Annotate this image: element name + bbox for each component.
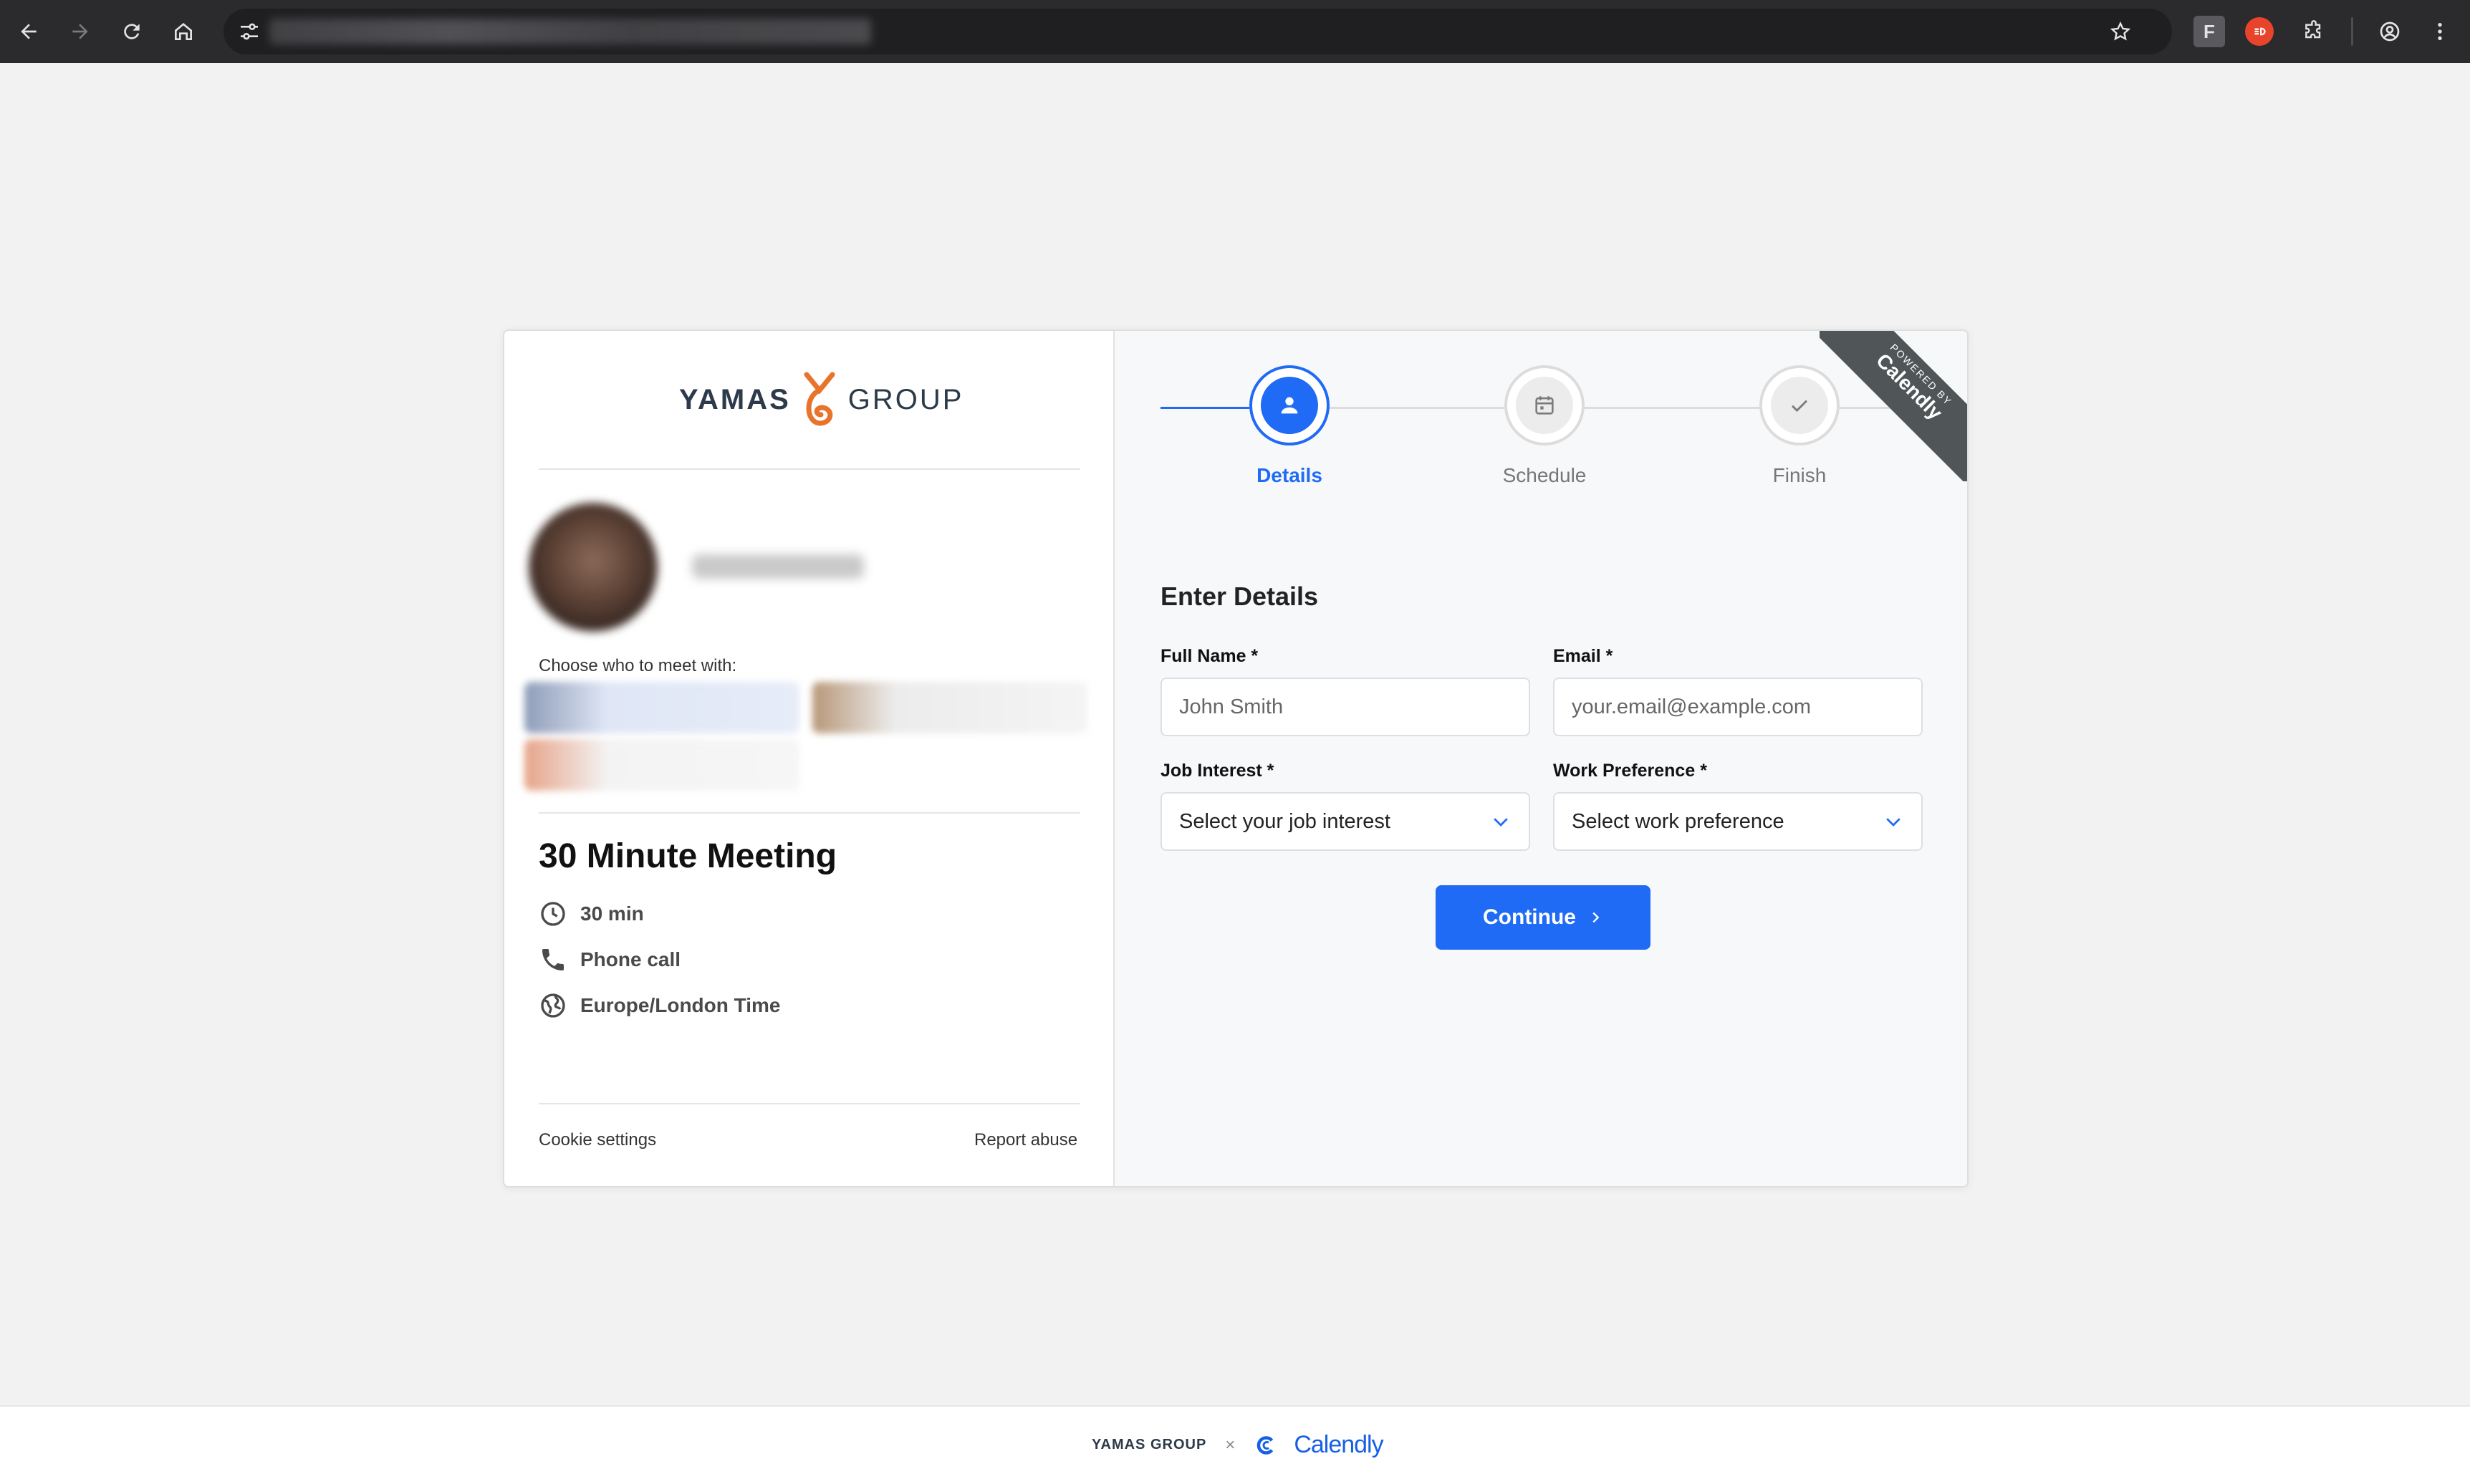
email-label: Email * — [1553, 646, 1613, 666]
duration-text: 30 min — [580, 902, 644, 925]
menu-button[interactable] — [2423, 14, 2457, 49]
yamas-figure-icon — [804, 372, 835, 426]
powered-by-calendly-ribbon[interactable]: POWERED BY Calendly — [1820, 331, 1967, 481]
full-name-label: Full Name * — [1160, 646, 1259, 666]
hosts-divider — [539, 812, 1080, 814]
forward-button[interactable] — [63, 14, 97, 49]
logo-text-group: GROUP — [847, 383, 964, 415]
details-form-panel: Details Schedule Finish Enter Details Fu… — [1115, 331, 1967, 1186]
reload-icon — [124, 24, 140, 39]
site-settings-icon[interactable] — [238, 20, 261, 43]
profile-button[interactable] — [2373, 14, 2407, 49]
person-icon — [1281, 397, 1298, 414]
job-interest-value: Select your job interest — [1179, 809, 1390, 833]
step-schedule-inner — [1516, 377, 1573, 434]
step-schedule-label: Schedule — [1502, 464, 1587, 486]
step-details[interactable] — [1249, 365, 1330, 445]
reload-button[interactable] — [115, 14, 149, 49]
arrow-right-icon — [72, 24, 88, 39]
url-text-blurred — [269, 19, 871, 44]
home-button[interactable] — [166, 14, 201, 49]
cookie-settings-link[interactable]: Cookie settings — [539, 1130, 656, 1150]
location-text: Phone call — [580, 948, 681, 970]
toolbar-separator — [2351, 17, 2353, 46]
step-details-label: Details — [1256, 464, 1322, 486]
email-input[interactable] — [1553, 678, 1923, 736]
report-abuse-link[interactable]: Report abuse — [974, 1130, 1077, 1150]
work-preference-label: Work Preference * — [1553, 761, 1707, 781]
meeting-timezone: Europe/London Time — [539, 991, 780, 1020]
logo-text-yamas: YAMAS — [679, 383, 791, 415]
bottom-logos: YAMAS GROUP × Calendly — [1092, 1431, 1384, 1459]
choose-host-label: Choose who to meet with: — [539, 656, 737, 675]
meeting-duration: 30 min — [539, 900, 644, 928]
booking-card: YAMAS GROUP Choose who to meet with: 30 … — [503, 329, 1969, 1187]
step-details-inner — [1261, 377, 1318, 434]
extension-f-button[interactable]: F — [2193, 16, 2225, 47]
bottom-brand-bar: YAMAS GROUP × Calendly — [0, 1405, 2470, 1484]
footer-divider — [539, 1103, 1080, 1104]
host-name-blurred — [692, 554, 864, 579]
host-option-3[interactable] — [524, 739, 799, 791]
job-interest-select[interactable]: Select your job interest — [1160, 792, 1530, 851]
calendar-icon — [1535, 396, 1554, 415]
full-name-input[interactable] — [1160, 678, 1530, 736]
home-icon — [175, 23, 192, 40]
meeting-title: 30 Minute Meeting — [539, 837, 837, 875]
more-vertical-icon — [2438, 23, 2442, 40]
stepper-line-2 — [1585, 407, 1759, 409]
ribbon-band: POWERED BY Calendly — [1820, 331, 1967, 481]
extension-red-button[interactable] — [2245, 17, 2274, 46]
continue-button[interactable]: Continue — [1436, 885, 1650, 950]
chevron-right-icon — [1592, 912, 1600, 923]
step-schedule[interactable] — [1504, 365, 1585, 445]
form-title: Enter Details — [1160, 582, 1319, 611]
work-preference-select[interactable]: Select work preference — [1553, 792, 1923, 851]
address-bar[interactable] — [224, 9, 2172, 54]
extension-logo-icon — [2254, 27, 2266, 36]
back-button[interactable] — [11, 14, 46, 49]
bottom-calendly-logo: Calendly — [1294, 1431, 1383, 1458]
stepper-line-start — [1160, 407, 1249, 409]
timezone-text: Europe/London Time — [580, 994, 781, 1016]
chevron-down-icon — [1886, 818, 1900, 827]
arrow-left-icon — [21, 24, 37, 39]
check-icon — [1792, 400, 1807, 413]
stepper-line-1 — [1330, 407, 1504, 409]
logo-divider — [539, 468, 1080, 470]
account-circle-icon — [2380, 21, 2400, 42]
host-option-1[interactable] — [524, 682, 799, 733]
globe-icon — [541, 993, 565, 1018]
extension-f-label: F — [2204, 20, 2215, 42]
extensions-button[interactable] — [2297, 14, 2331, 49]
work-preference-value: Select work preference — [1572, 809, 1784, 833]
host-option-2[interactable] — [812, 682, 1087, 733]
puzzle-icon — [2305, 20, 2321, 39]
chevron-down-icon — [1494, 818, 1508, 827]
phone-icon — [542, 949, 564, 970]
meeting-location: Phone call — [539, 945, 681, 974]
continue-label: Continue — [1483, 905, 1576, 929]
job-interest-label: Job Interest * — [1160, 761, 1274, 781]
bottom-yamas-logo: YAMAS GROUP — [1092, 1437, 1207, 1452]
clock-icon — [541, 902, 565, 926]
host-avatar — [529, 503, 658, 632]
bottom-separator: × — [1225, 1435, 1236, 1455]
event-info-panel: YAMAS GROUP Choose who to meet with: 30 … — [504, 331, 1115, 1186]
calendly-logo-icon — [1257, 1435, 1274, 1455]
browser-toolbar: F — [0, 0, 2470, 63]
yamas-group-logo: YAMAS GROUP — [679, 371, 964, 428]
bookmark-star-icon[interactable] — [2109, 20, 2132, 43]
